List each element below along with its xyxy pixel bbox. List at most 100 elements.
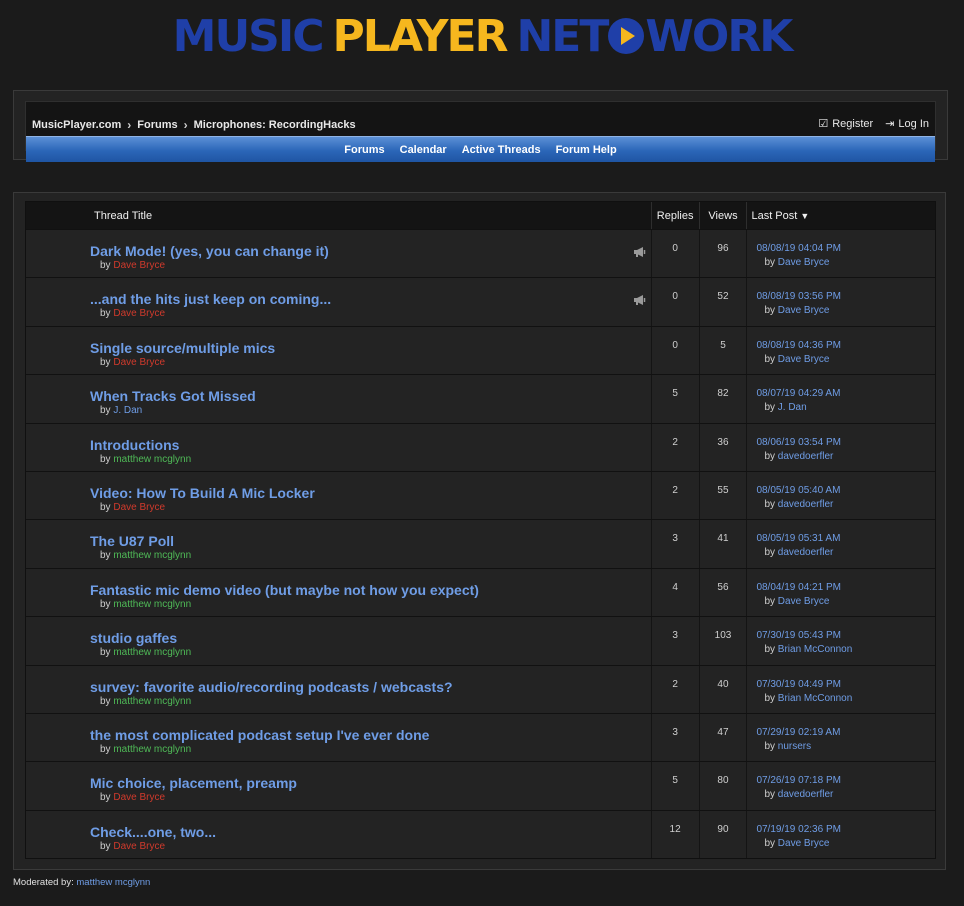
last-post-author-link[interactable]: davedoerfler: [778, 451, 834, 462]
breadcrumb-home[interactable]: MusicPlayer.com: [32, 119, 121, 131]
thread-title-cell: Introductions by matthew mcglynn: [26, 423, 652, 471]
last-post-date-link[interactable]: 08/06/19 03:54 PM: [756, 437, 841, 448]
thread-author-link[interactable]: Dave Bryce: [113, 308, 165, 319]
thread-title-link[interactable]: When Tracks Got Missed: [90, 388, 256, 404]
last-post-date-link[interactable]: 07/26/19 07:18 PM: [756, 775, 841, 786]
last-post-author-link[interactable]: Dave Bryce: [778, 257, 830, 268]
col-views[interactable]: Views: [700, 202, 748, 229]
logo-word-network: NET WORK: [516, 11, 793, 62]
replies-cell: 0: [652, 230, 700, 278]
moderator-link[interactable]: matthew mcglynn: [76, 877, 150, 888]
nav-forums[interactable]: Forums: [344, 144, 384, 156]
by-label: by: [100, 840, 111, 852]
views-cell: 5: [700, 326, 748, 375]
views-count: 82: [717, 388, 729, 400]
last-post-author-link[interactable]: Dave Bryce: [778, 596, 830, 607]
register-link[interactable]: ☑ Register: [818, 117, 873, 130]
thread-title-link[interactable]: Single source/multiple mics: [90, 340, 275, 356]
table-header: Thread Title Replies Views Last Post ▼: [26, 202, 935, 229]
replies-cell: 5: [652, 375, 700, 423]
logo-word-player: PLAYER: [332, 10, 509, 62]
thread-starter: by matthew mcglynn: [100, 647, 191, 658]
nav-active-threads[interactable]: Active Threads: [462, 144, 541, 156]
nav-forum-help[interactable]: Forum Help: [556, 144, 617, 156]
last-post-date-link[interactable]: 08/07/19 04:29 AM: [756, 388, 840, 399]
views-count: 56: [717, 581, 729, 593]
register-label: Register: [832, 118, 874, 130]
thread-author-link[interactable]: Dave Bryce: [113, 792, 165, 803]
col-last-post[interactable]: Last Post ▼: [747, 202, 935, 229]
last-post-date-link[interactable]: 08/04/19 04:21 PM: [756, 582, 841, 593]
last-post-author-link[interactable]: Dave Bryce: [778, 838, 830, 849]
thread-author-link[interactable]: matthew mcglynn: [113, 454, 191, 465]
replies-cell: 2: [652, 665, 700, 713]
thread-author-link[interactable]: matthew mcglynn: [113, 599, 191, 610]
breadcrumb: MusicPlayer.com › Forums › Microphones: …: [32, 118, 356, 132]
last-post-by: by davedoerfler: [764, 789, 833, 800]
last-post-date-link[interactable]: 07/19/19 02:36 PM: [756, 824, 841, 835]
thread-author-link[interactable]: matthew mcglynn: [113, 744, 191, 755]
last-post-author-link[interactable]: Dave Bryce: [778, 305, 830, 316]
thread-author-link[interactable]: matthew mcglynn: [113, 550, 191, 561]
thread-title-link[interactable]: The U87 Poll: [90, 533, 174, 549]
last-post-date-link[interactable]: 08/05/19 05:31 AM: [756, 533, 840, 544]
last-post-by: by davedoerfler: [764, 547, 833, 558]
last-post-date-link[interactable]: 08/05/19 05:40 AM: [756, 485, 840, 496]
last-post-cell: 08/06/19 03:54 PM by davedoerfler: [747, 424, 935, 471]
thread-title-link[interactable]: Fantastic mic demo video (but maybe not …: [90, 582, 479, 598]
thread-author-link[interactable]: Dave Bryce: [113, 841, 165, 852]
col-replies[interactable]: Replies: [652, 202, 700, 229]
last-post-date-link[interactable]: 07/29/19 02:19 AM: [756, 727, 840, 738]
thread-title-link[interactable]: Video: How To Build A Mic Locker: [90, 485, 315, 501]
thread-title-link[interactable]: studio gaffes: [90, 630, 177, 646]
thread-title-link[interactable]: Check....one, two...: [90, 824, 216, 840]
last-post-by: by Dave Bryce: [764, 838, 829, 849]
last-post-date-link[interactable]: 07/30/19 05:43 PM: [756, 630, 841, 641]
views-cell: 52: [700, 278, 748, 326]
last-post-author-link[interactable]: Brian McConnon: [778, 644, 852, 655]
thread-starter: by matthew mcglynn: [100, 550, 191, 561]
thread-title-cell: Single source/multiple mics by Dave Bryce: [26, 326, 652, 375]
last-post-date-link[interactable]: 08/08/19 04:36 PM: [756, 340, 841, 351]
last-post-author-link[interactable]: nursers: [778, 741, 811, 752]
nav-calendar[interactable]: Calendar: [400, 144, 447, 156]
site-logo[interactable]: MUSIC PLAYER NET WORK: [0, 8, 964, 64]
thread-title-link[interactable]: Dark Mode! (yes, you can change it): [90, 243, 329, 259]
last-post-author-link[interactable]: davedoerfler: [778, 789, 834, 800]
thread-author-link[interactable]: matthew mcglynn: [113, 696, 191, 707]
thread-starter: by Dave Bryce: [100, 308, 165, 319]
breadcrumb-current[interactable]: Microphones: RecordingHacks: [194, 119, 356, 131]
col-thread-title[interactable]: Thread Title: [26, 202, 652, 229]
thread-author-link[interactable]: Dave Bryce: [113, 357, 165, 368]
last-post-by: by Brian McConnon: [764, 644, 852, 655]
breadcrumb-forums[interactable]: Forums: [137, 119, 177, 131]
login-link[interactable]: ⇥ Log In: [885, 117, 929, 130]
thread-title-link[interactable]: the most complicated podcast setup I've …: [90, 727, 429, 743]
replies-count: 0: [672, 339, 678, 351]
views-count: 55: [717, 484, 729, 496]
thread-title-link[interactable]: Mic choice, placement, preamp: [90, 775, 297, 791]
views-cell: 47: [700, 713, 748, 762]
last-post-author-link[interactable]: J. Dan: [778, 402, 807, 413]
thread-title-link[interactable]: survey: favorite audio/recording podcast…: [90, 679, 453, 695]
last-post-author-link[interactable]: Brian McConnon: [778, 693, 852, 704]
thread-author-link[interactable]: matthew mcglynn: [113, 647, 191, 658]
last-post-author-link[interactable]: davedoerfler: [778, 499, 834, 510]
views-count: 41: [717, 533, 729, 545]
last-post-date-link[interactable]: 08/08/19 03:56 PM: [756, 291, 841, 302]
last-post-date-link[interactable]: 07/30/19 04:49 PM: [756, 679, 841, 690]
last-post-date-link[interactable]: 08/08/19 04:04 PM: [756, 243, 841, 254]
thread-author-link[interactable]: J. Dan: [113, 405, 142, 416]
replies-count: 2: [672, 436, 678, 448]
thread-author-link[interactable]: Dave Bryce: [113, 260, 165, 271]
thread-title-link[interactable]: ...and the hits just keep on coming...: [90, 291, 331, 307]
thread-title-cell: Check....one, two... by Dave Bryce: [26, 810, 652, 859]
login-label: Log In: [898, 118, 929, 130]
last-post-author-link[interactable]: davedoerfler: [778, 547, 834, 558]
by-label: by: [764, 498, 775, 510]
thread-title-link[interactable]: Introductions: [90, 437, 179, 453]
last-post-author-link[interactable]: Dave Bryce: [778, 354, 830, 365]
header-container: MusicPlayer.com › Forums › Microphones: …: [13, 90, 948, 162]
last-post-cell: 08/08/19 04:36 PM by Dave Bryce: [747, 327, 935, 374]
thread-author-link[interactable]: Dave Bryce: [113, 502, 165, 513]
